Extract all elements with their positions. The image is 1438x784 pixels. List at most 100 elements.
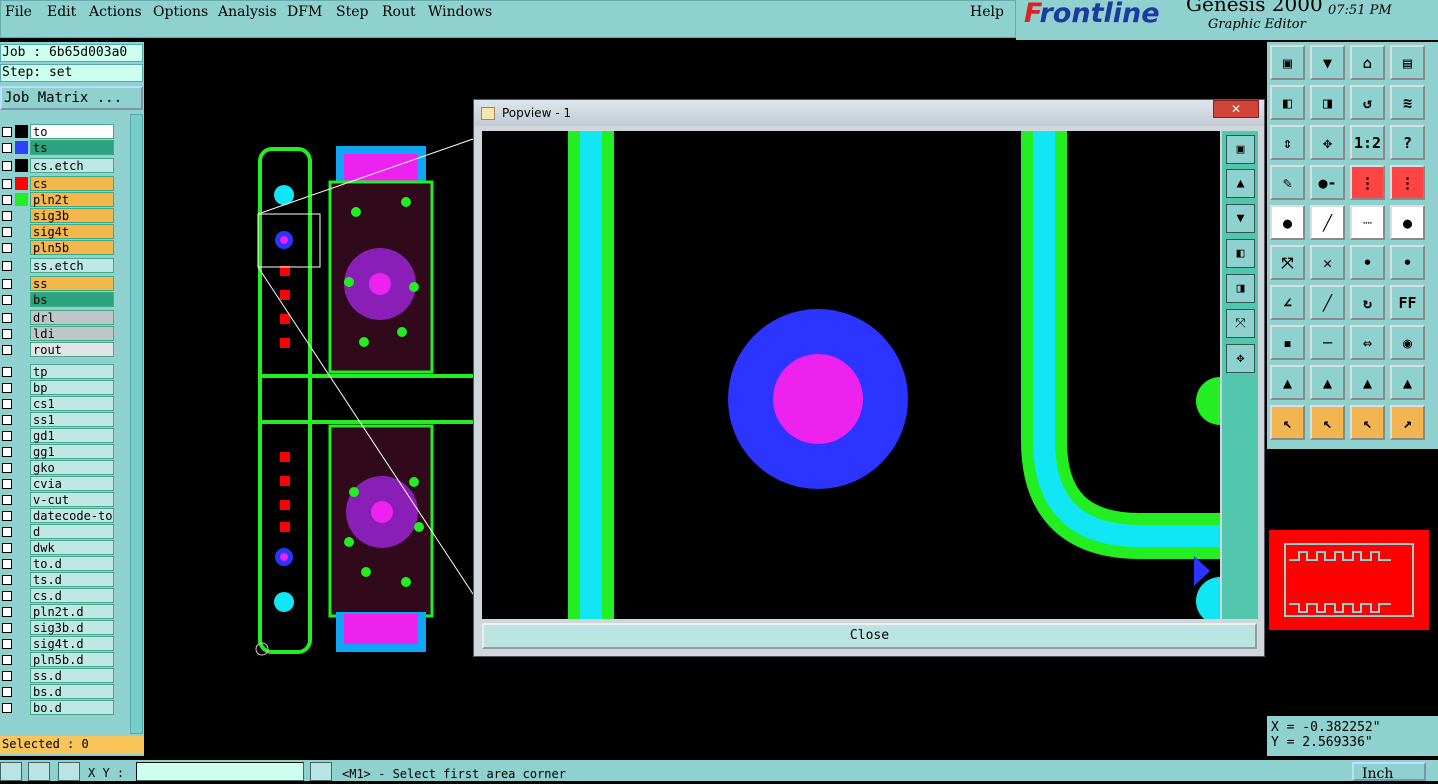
tool-button-5-3[interactable]: • [1390,245,1425,280]
popview-close-button[interactable]: Close [482,623,1257,649]
tool-button-2-3[interactable]: ? [1390,125,1425,160]
zoom-area-icon[interactable]: ⤧ [1226,309,1255,338]
layer-checkbox[interactable] [2,607,12,617]
tool-button-4-0[interactable]: ● [1270,205,1305,240]
measure-icon[interactable] [28,762,50,781]
layer-checkbox[interactable] [2,329,12,339]
tool-button-9-3[interactable]: ↗ [1390,405,1425,440]
layer-name[interactable]: ss1 [30,412,114,427]
layer-checkbox[interactable] [2,447,12,457]
layer-name[interactable]: pln2t [30,192,114,207]
layer-row-bs[interactable]: bs [0,292,116,308]
layer-checkbox[interactable] [2,463,12,473]
tool-button-4-3[interactable]: ● [1390,205,1425,240]
layer-name[interactable]: sig3b [30,208,114,223]
layer-name[interactable]: sig4t.d [30,636,114,651]
layer-name[interactable]: gg1 [30,444,114,459]
menu-edit[interactable]: Edit [47,4,76,20]
layer-checkbox[interactable] [2,313,12,323]
tool-button-6-2[interactable]: ↻ [1350,285,1385,320]
units-select[interactable]: Inch [1352,762,1426,782]
tool-button-8-3[interactable]: ▲ [1390,365,1425,400]
layer-checkbox[interactable] [2,415,12,425]
layer-row-pln5b[interactable]: pln5b [0,240,116,256]
xy-input[interactable] [136,762,304,781]
tool-button-0-3[interactable]: ▤ [1390,45,1425,80]
tool-button-3-2[interactable]: ⋮ [1350,165,1385,200]
layer-name[interactable]: bo.d [30,700,114,715]
layer-row-cs.etch[interactable]: cs.etch [0,158,116,174]
menu-file[interactable]: File [5,4,32,20]
layer-name[interactable]: ss.d [30,668,114,683]
layer-row-sig4t.d[interactable]: sig4t.d [0,636,116,652]
tool-button-3-3[interactable]: ⋮ [1390,165,1425,200]
tool-button-6-3[interactable]: FF [1390,285,1425,320]
menu-windows[interactable]: Windows [428,4,492,20]
layer-checkbox[interactable] [2,161,12,171]
tool-button-6-1[interactable]: ╱ [1310,285,1345,320]
tool-button-3-1[interactable]: ●- [1310,165,1345,200]
layer-row-ss1[interactable]: ss1 [0,412,116,428]
tool-button-9-2[interactable]: ↖ [1350,405,1385,440]
tool-button-4-2[interactable]: ┈ [1350,205,1385,240]
tool-button-7-2[interactable]: ⇔ [1350,325,1385,360]
layer-checkbox[interactable] [2,623,12,633]
zoom-in-icon[interactable]: ▲ [1226,169,1255,198]
layer-checkbox[interactable] [2,687,12,697]
popview-titlebar[interactable]: Popview - 1 ✕ [474,100,1264,126]
tool-button-8-2[interactable]: ▲ [1350,365,1385,400]
layer-row-cs1[interactable]: cs1 [0,396,116,412]
layer-name[interactable]: cs [30,176,114,191]
layer-name[interactable]: bs [30,292,114,307]
layer-checkbox[interactable] [2,479,12,489]
layer-checkbox[interactable] [2,527,12,537]
layer-row-ss.etch[interactable]: ss.etch [0,258,116,274]
layer-row-cvia[interactable]: cvia [0,476,116,492]
layer-row-sig3b.d[interactable]: sig3b.d [0,620,116,636]
layer-row-ldi[interactable]: ldi [0,326,116,342]
layer-name[interactable]: pln2t.d [30,604,114,619]
layer-checkbox[interactable] [2,143,12,153]
layer-name[interactable]: gd1 [30,428,114,443]
layer-checkbox[interactable] [2,495,12,505]
layer-checkbox[interactable] [2,243,12,253]
layer-row-pln2t.d[interactable]: pln2t.d [0,604,116,620]
layer-checkbox[interactable] [2,261,12,271]
layer-checkbox[interactable] [2,227,12,237]
layer-row-gg1[interactable]: gg1 [0,444,116,460]
layer-row-v-cut[interactable]: v-cut [0,492,116,508]
snap-icon[interactable] [0,762,22,781]
layer-checkbox[interactable] [2,279,12,289]
tool-button-8-0[interactable]: ▲ [1270,365,1305,400]
layer-name[interactable]: v-cut [30,492,114,507]
layer-name[interactable]: ss [30,276,114,291]
layer-row-pln2t[interactable]: pln2t [0,192,116,208]
job-matrix-button[interactable]: Job Matrix ... [0,86,143,110]
layer-name[interactable]: sig3b.d [30,620,114,635]
layer-name[interactable]: bp [30,380,114,395]
tool-button-0-2[interactable]: ⌂ [1350,45,1385,80]
tool-button-1-0[interactable]: ◧ [1270,85,1305,120]
layer-checkbox[interactable] [2,543,12,553]
layer-checkbox[interactable] [2,179,12,189]
close-icon[interactable]: ✕ [1213,100,1259,118]
layer-scrollbar[interactable] [130,114,143,734]
layer-name[interactable]: gko [30,460,114,475]
layer-checkbox[interactable] [2,367,12,377]
layer-row-ss.d[interactable]: ss.d [0,668,116,684]
menu-rout[interactable]: Rout [382,4,416,20]
tool-button-8-1[interactable]: ▲ [1310,365,1345,400]
tool-button-0-1[interactable]: ▼ [1310,45,1345,80]
layer-name[interactable]: d [30,524,114,539]
tool-button-7-0[interactable]: ▪ [1270,325,1305,360]
layer-row-sig3b[interactable]: sig3b [0,208,116,224]
layer-row-rout[interactable]: rout [0,342,116,358]
layer-row-d[interactable]: d [0,524,116,540]
layer-row-datecode-to[interactable]: datecode-to [0,508,116,524]
zoom-out-icon[interactable]: ▼ [1226,204,1255,233]
layer-checkbox[interactable] [2,511,12,521]
layer-row-ss[interactable]: ss [0,276,116,292]
tool-button-0-0[interactable]: ▣ [1270,45,1305,80]
layer-name[interactable]: to.d [30,556,114,571]
layer-name[interactable]: pln5b.d [30,652,114,667]
